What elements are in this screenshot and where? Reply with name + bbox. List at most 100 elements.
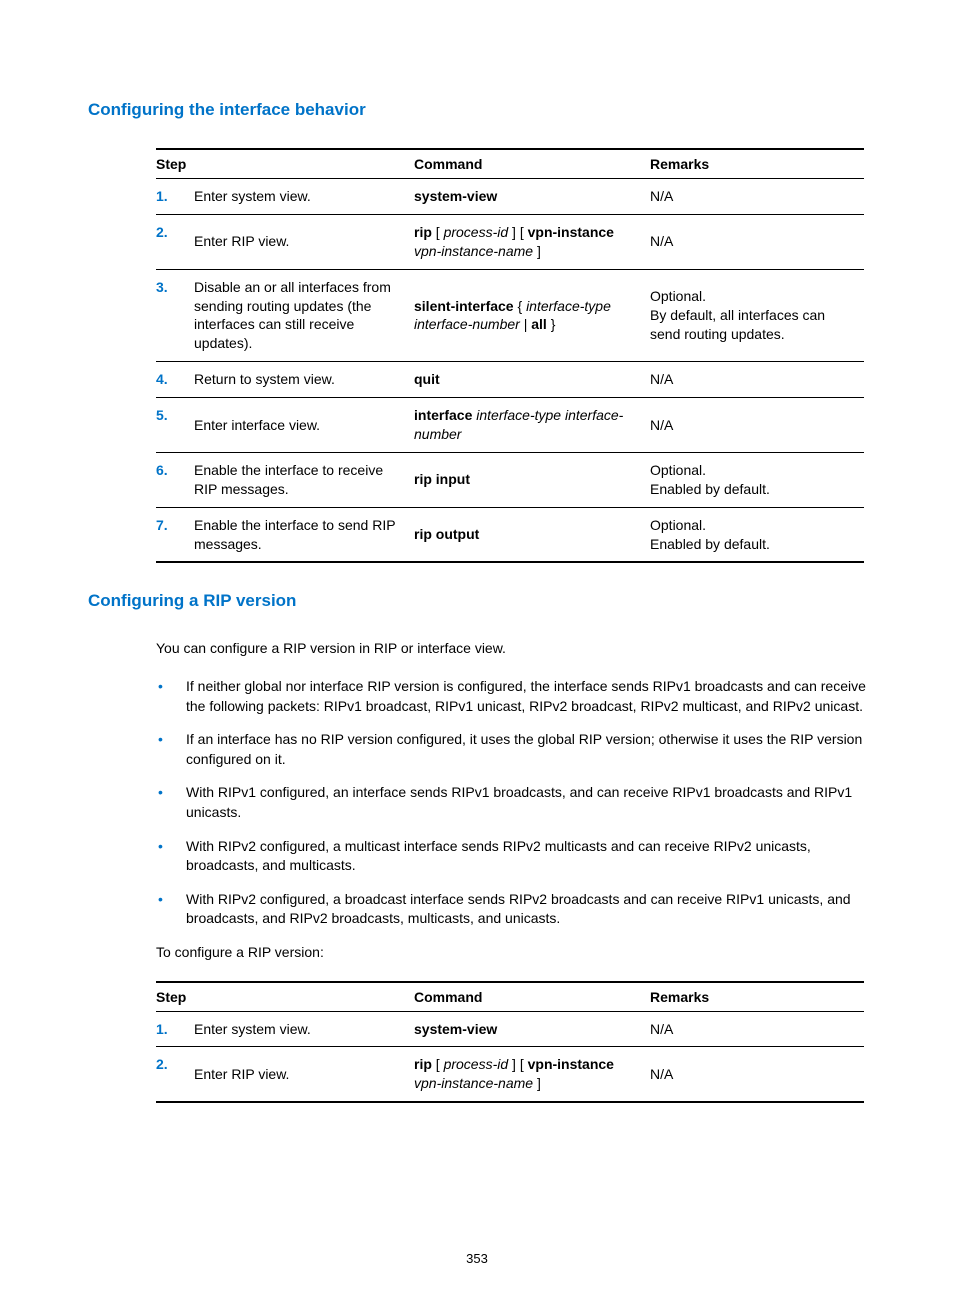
table-row: 7.Enable the interface to send RIP messa…: [156, 507, 864, 562]
step-number: 5.: [156, 398, 194, 453]
remarks-cell: Optional.Enabled by default.: [650, 452, 864, 507]
table-row: 5.Enter interface view.interface interfa…: [156, 398, 864, 453]
step-desc: Return to system view.: [194, 362, 414, 398]
cmd-segment: [: [432, 224, 444, 240]
table-row: 3.Disable an or all interfaces from send…: [156, 269, 864, 362]
step-desc: Enter system view.: [194, 179, 414, 215]
command-cell: rip output: [414, 507, 650, 562]
cmd-segment: rip input: [414, 471, 470, 487]
step-desc: Enter interface view.: [194, 398, 414, 453]
cmd-segment: }: [547, 316, 556, 332]
cmd-segment: vpn-instance: [528, 1056, 614, 1072]
remarks-cell: N/A: [650, 1011, 864, 1047]
th-command: Command: [414, 982, 650, 1012]
cmd-segment: vpn-instance-name: [414, 1075, 533, 1091]
step-desc: Enter system view.: [194, 1011, 414, 1047]
th-remarks: Remarks: [650, 982, 864, 1012]
cmd-segment: ]: [533, 1075, 541, 1091]
command-cell: silent-interface { interface-type interf…: [414, 269, 650, 362]
cmd-segment: quit: [414, 371, 440, 387]
step-number: 2.: [156, 214, 194, 269]
remark-line: Enabled by default.: [650, 480, 854, 499]
step-desc: Disable an or all interfaces from sendin…: [194, 269, 414, 362]
th-command: Command: [414, 149, 650, 179]
section1-heading: Configuring the interface behavior: [88, 100, 866, 120]
cmd-segment: rip: [414, 224, 432, 240]
step-number: 1.: [156, 179, 194, 215]
section2-heading: Configuring a RIP version: [88, 591, 866, 611]
command-cell: rip [ process-id ] [ vpn-instance vpn-in…: [414, 1047, 650, 1102]
command-cell: system-view: [414, 1011, 650, 1047]
th-remarks: Remarks: [650, 149, 864, 179]
cmd-segment: ]: [533, 243, 541, 259]
command-cell: rip input: [414, 452, 650, 507]
remarks-cell: N/A: [650, 179, 864, 215]
cmd-segment: vpn-instance-name: [414, 243, 533, 259]
cmd-segment: system-view: [414, 188, 497, 204]
remark-line: N/A: [650, 370, 854, 389]
command-cell: system-view: [414, 179, 650, 215]
cmd-segment: interface: [414, 407, 472, 423]
remarks-cell: N/A: [650, 362, 864, 398]
cmd-segment: [: [432, 1056, 444, 1072]
table-row: 4.Return to system view.quit N/A: [156, 362, 864, 398]
step-number: 1.: [156, 1011, 194, 1047]
cmd-segment: rip output: [414, 526, 479, 542]
list-item: With RIPv2 configured, a multicast inter…: [156, 837, 866, 876]
command-cell: quit: [414, 362, 650, 398]
table-row: 6.Enable the interface to receive RIP me…: [156, 452, 864, 507]
remark-line: N/A: [650, 1020, 854, 1039]
list-item: If an interface has no RIP version confi…: [156, 730, 866, 769]
cmd-segment: system-view: [414, 1021, 497, 1037]
remarks-cell: N/A: [650, 398, 864, 453]
step-number: 6.: [156, 452, 194, 507]
command-cell: interface interface-type interface-numbe…: [414, 398, 650, 453]
remark-line: Optional.: [650, 287, 854, 306]
remark-line: Optional.: [650, 461, 854, 480]
cmd-segment: rip: [414, 1056, 432, 1072]
step-desc: Enable the interface to send RIP message…: [194, 507, 414, 562]
cmd-segment: process-id: [444, 224, 509, 240]
th-step: Step: [156, 982, 414, 1012]
cmd-segment: ] [: [508, 1056, 527, 1072]
page-number: 353: [0, 1251, 954, 1266]
step-number: 3.: [156, 269, 194, 362]
list-item: With RIPv1 configured, an interface send…: [156, 783, 866, 822]
remark-line: N/A: [650, 187, 854, 206]
remarks-cell: N/A: [650, 1047, 864, 1102]
list-item: If neither global nor interface RIP vers…: [156, 677, 866, 716]
table-row: 2.Enter RIP view.rip [ process-id ] [ vp…: [156, 1047, 864, 1102]
cmd-segment: all: [531, 316, 547, 332]
table-row: 1.Enter system view.system-view N/A: [156, 1011, 864, 1047]
remark-line: N/A: [650, 232, 854, 251]
cmd-segment: {: [514, 298, 526, 314]
remark-line: N/A: [650, 416, 854, 435]
remarks-cell: N/A: [650, 214, 864, 269]
cmd-segment: silent-interface: [414, 298, 514, 314]
intro-paragraph: You can configure a RIP version in RIP o…: [156, 639, 866, 659]
cmd-segment: ] [: [508, 224, 527, 240]
remark-line: N/A: [650, 1065, 854, 1084]
step-desc: Enable the interface to receive RIP mess…: [194, 452, 414, 507]
command-cell: rip [ process-id ] [ vpn-instance vpn-in…: [414, 214, 650, 269]
step-number: 4.: [156, 362, 194, 398]
table-interface-behavior: Step Command Remarks 1.Enter system view…: [156, 148, 864, 563]
cmd-segment: process-id: [444, 1056, 509, 1072]
list-item: With RIPv2 configured, a broadcast inter…: [156, 890, 866, 929]
step-number: 7.: [156, 507, 194, 562]
table-row: 1.Enter system view.system-view N/A: [156, 179, 864, 215]
table-rip-version: Step Command Remarks 1.Enter system view…: [156, 981, 864, 1104]
cmd-segment: |: [520, 316, 531, 332]
th-step: Step: [156, 149, 414, 179]
bullet-list: If neither global nor interface RIP vers…: [156, 677, 866, 929]
step-desc: Enter RIP view.: [194, 1047, 414, 1102]
remarks-cell: Optional.By default, all interfaces can …: [650, 269, 864, 362]
cmd-segment: vpn-instance: [528, 224, 614, 240]
remark-line: By default, all interfaces can send rout…: [650, 306, 854, 344]
remark-line: Optional.: [650, 516, 854, 535]
remark-line: Enabled by default.: [650, 535, 854, 554]
step-number: 2.: [156, 1047, 194, 1102]
remarks-cell: Optional.Enabled by default.: [650, 507, 864, 562]
table-row: 2.Enter RIP view.rip [ process-id ] [ vp…: [156, 214, 864, 269]
lead-out-paragraph: To configure a RIP version:: [156, 943, 866, 963]
